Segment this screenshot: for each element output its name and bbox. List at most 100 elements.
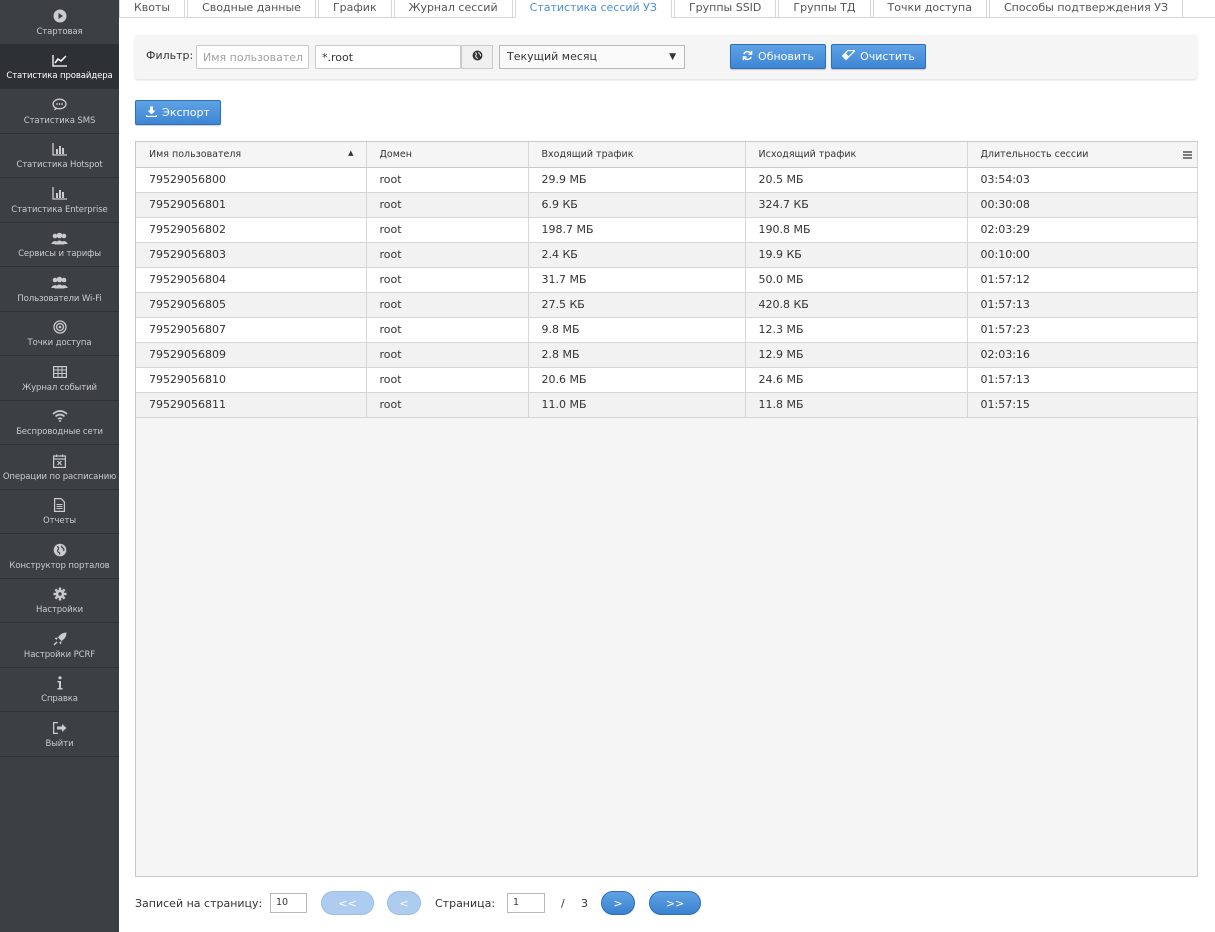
download-icon: [146, 106, 158, 120]
page-input[interactable]: 1: [507, 893, 545, 913]
cell-session-duration: 02:03:29: [967, 217, 1198, 243]
sidebar-item-reports[interactable]: Отчеты: [0, 490, 119, 534]
sidebar-item-pcrf-settings[interactable]: Настройки PCRF: [0, 623, 119, 668]
column-header-username[interactable]: Имя пользователя ▲: [136, 142, 367, 168]
column-header-session-duration[interactable]: Длительность сессии: [967, 142, 1198, 168]
sidebar-item-label: Справка: [41, 694, 78, 705]
tab-confirmation-methods[interactable]: Способы подтверждения УЗ: [988, 0, 1183, 18]
column-header-domain[interactable]: Домен: [366, 142, 529, 168]
sidebar-item-enterprise-stats[interactable]: Статистика Enterprise: [0, 178, 119, 223]
tab-access-points[interactable]: Точки доступа: [872, 0, 987, 18]
document-icon: [54, 496, 65, 514]
cell-session-duration: 00:10:00: [967, 242, 1198, 268]
sidebar-item-wifi-users[interactable]: Пользователи Wi-Fi: [0, 267, 119, 312]
table-row[interactable]: 79529056804 root 31.7 МБ 50.0 МБ 01:57:12: [136, 267, 1198, 293]
cell-domain: root: [366, 242, 529, 268]
filter-panel: Фильтр: Текущий месяц ▼ Обновить Очистит…: [135, 35, 1197, 79]
sidebar-item-event-log[interactable]: Журнал событий: [0, 356, 119, 401]
cell-incoming-traffic: 27.5 КБ: [528, 292, 746, 318]
sidebar-item-settings[interactable]: Настройки: [0, 579, 119, 623]
cell-incoming-traffic: 31.7 МБ: [528, 267, 746, 293]
table-row[interactable]: 79529056800 root 29.9 МБ 20.5 МБ 03:54:03: [136, 167, 1198, 193]
sidebar-item-provider-stats[interactable]: Статистика провайдера: [0, 44, 119, 89]
period-select[interactable]: Текущий месяц ▼: [499, 45, 685, 69]
per-page-input[interactable]: 10: [270, 893, 307, 913]
export-button[interactable]: Экспорт: [135, 100, 221, 125]
cell-session-duration: 01:57:13: [967, 292, 1198, 318]
per-page-label: Записей на страницу:: [135, 897, 263, 910]
cell-outgoing-traffic: 19.9 КБ: [745, 242, 968, 268]
username-input[interactable]: [196, 45, 309, 69]
sidebar-item-hotspot-stats[interactable]: Статистика Hotspot: [0, 134, 119, 178]
bar-chart-icon: [52, 185, 67, 203]
cell-domain: root: [366, 192, 529, 218]
cell-session-duration: 02:03:16: [967, 342, 1198, 368]
first-page-button[interactable]: <<: [321, 891, 374, 915]
cell-outgoing-traffic: 50.0 МБ: [745, 267, 968, 293]
sidebar-item-services-tariffs[interactable]: Сервисы и тарифы: [0, 223, 119, 267]
globe-icon: [53, 541, 67, 559]
tab-ap-groups[interactable]: Группы ТД: [778, 0, 871, 18]
cell-domain: root: [366, 317, 529, 343]
cell-incoming-traffic: 6.9 КБ: [528, 192, 746, 218]
prev-page-button[interactable]: <: [387, 891, 421, 915]
table-row[interactable]: 79529056809 root 2.8 МБ 12.9 МБ 02:03:16: [136, 342, 1198, 368]
cell-outgoing-traffic: 12.9 МБ: [745, 342, 968, 368]
sidebar-item-wireless-networks[interactable]: Беспроводные сети: [0, 401, 119, 445]
table-icon: [52, 363, 67, 381]
sidebar-item-start[interactable]: Стартовая: [0, 0, 119, 45]
refresh-button[interactable]: Обновить: [730, 44, 826, 69]
refresh-icon: [742, 50, 753, 64]
period-select-value: Текущий месяц: [507, 50, 598, 63]
tab-summary[interactable]: Сводные данные: [187, 0, 316, 18]
tab-session-log[interactable]: Журнал сессий: [393, 0, 513, 18]
total-pages: 3: [581, 897, 588, 910]
cell-session-duration: 01:57:12: [967, 267, 1198, 293]
sidebar-item-label: Беспроводные сети: [16, 427, 103, 438]
tab-ssid-groups[interactable]: Группы SSID: [673, 0, 777, 18]
cell-username: 79529056801: [136, 192, 367, 218]
table-row[interactable]: 79529056802 root 198.7 МБ 190.8 МБ 02:03:29: [136, 217, 1198, 243]
tab-quotas[interactable]: Квоты: [119, 0, 186, 18]
tab-graph[interactable]: График: [317, 0, 392, 18]
last-page-button[interactable]: >>: [649, 891, 701, 915]
sidebar-item-help[interactable]: Справка: [0, 668, 119, 712]
sidebar-item-logout[interactable]: Выйти: [0, 712, 119, 757]
sidebar-item-label: Конструктор порталов: [9, 560, 110, 571]
table-row[interactable]: 79529056801 root 6.9 КБ 324.7 КБ 00:30:08: [136, 192, 1198, 218]
cell-username: 79529056803: [136, 242, 367, 268]
users-icon: [51, 274, 68, 292]
sidebar-item-scheduled-operations[interactable]: Операции по расписанию: [0, 445, 119, 490]
sidebar-item-label: Настройки: [35, 605, 84, 616]
table-row[interactable]: 79529056810 root 20.6 МБ 24.6 МБ 01:57:13: [136, 367, 1198, 393]
table-header-row: Имя пользователя ▲ Домен Входящий трафик …: [136, 142, 1198, 168]
cell-incoming-traffic: 2.8 МБ: [528, 342, 746, 368]
cell-session-duration: 01:57:15: [967, 392, 1198, 418]
table-row[interactable]: 79529056811 root 11.0 МБ 11.8 МБ 01:57:15: [136, 392, 1198, 418]
wifi-icon: [51, 407, 68, 425]
sidebar-item-portal-builder[interactable]: Конструктор порталов: [0, 534, 119, 579]
table-row[interactable]: 79529056803 root 2.4 КБ 19.9 КБ 00:10:00: [136, 242, 1198, 268]
gear-icon: [53, 585, 67, 603]
sidebar-item-label: Настройки PCRF: [23, 649, 96, 660]
sidebar-item-access-points[interactable]: Точки доступа: [0, 312, 119, 356]
sidebar-item-sms-stats[interactable]: Статистика SMS: [0, 89, 119, 134]
tab-account-session-stats[interactable]: Статистика сессий УЗ: [514, 0, 672, 18]
domain-picker-button[interactable]: [461, 45, 493, 69]
column-header-incoming-traffic[interactable]: Входящий трафик: [528, 142, 746, 168]
cell-incoming-traffic: 11.0 МБ: [528, 392, 746, 418]
column-menu-icon[interactable]: [1179, 142, 1197, 167]
filter-label: Фильтр:: [146, 49, 194, 62]
target-icon: [52, 318, 67, 336]
next-page-button[interactable]: >: [601, 891, 635, 915]
domain-input[interactable]: [315, 45, 461, 69]
cell-domain: root: [366, 367, 529, 393]
column-header-outgoing-traffic[interactable]: Исходящий трафик: [745, 142, 968, 168]
table-row[interactable]: 79529056807 root 9.8 МБ 12.3 МБ 01:57:23: [136, 317, 1198, 343]
bar-chart-icon: [52, 140, 67, 158]
export-button-label: Экспорт: [162, 106, 210, 119]
cell-outgoing-traffic: 420.8 КБ: [745, 292, 968, 318]
sidebar-item-label: Стартовая: [36, 26, 83, 37]
clear-button[interactable]: Очистить: [831, 44, 926, 69]
table-row[interactable]: 79529056805 root 27.5 КБ 420.8 КБ 01:57:13: [136, 292, 1198, 318]
